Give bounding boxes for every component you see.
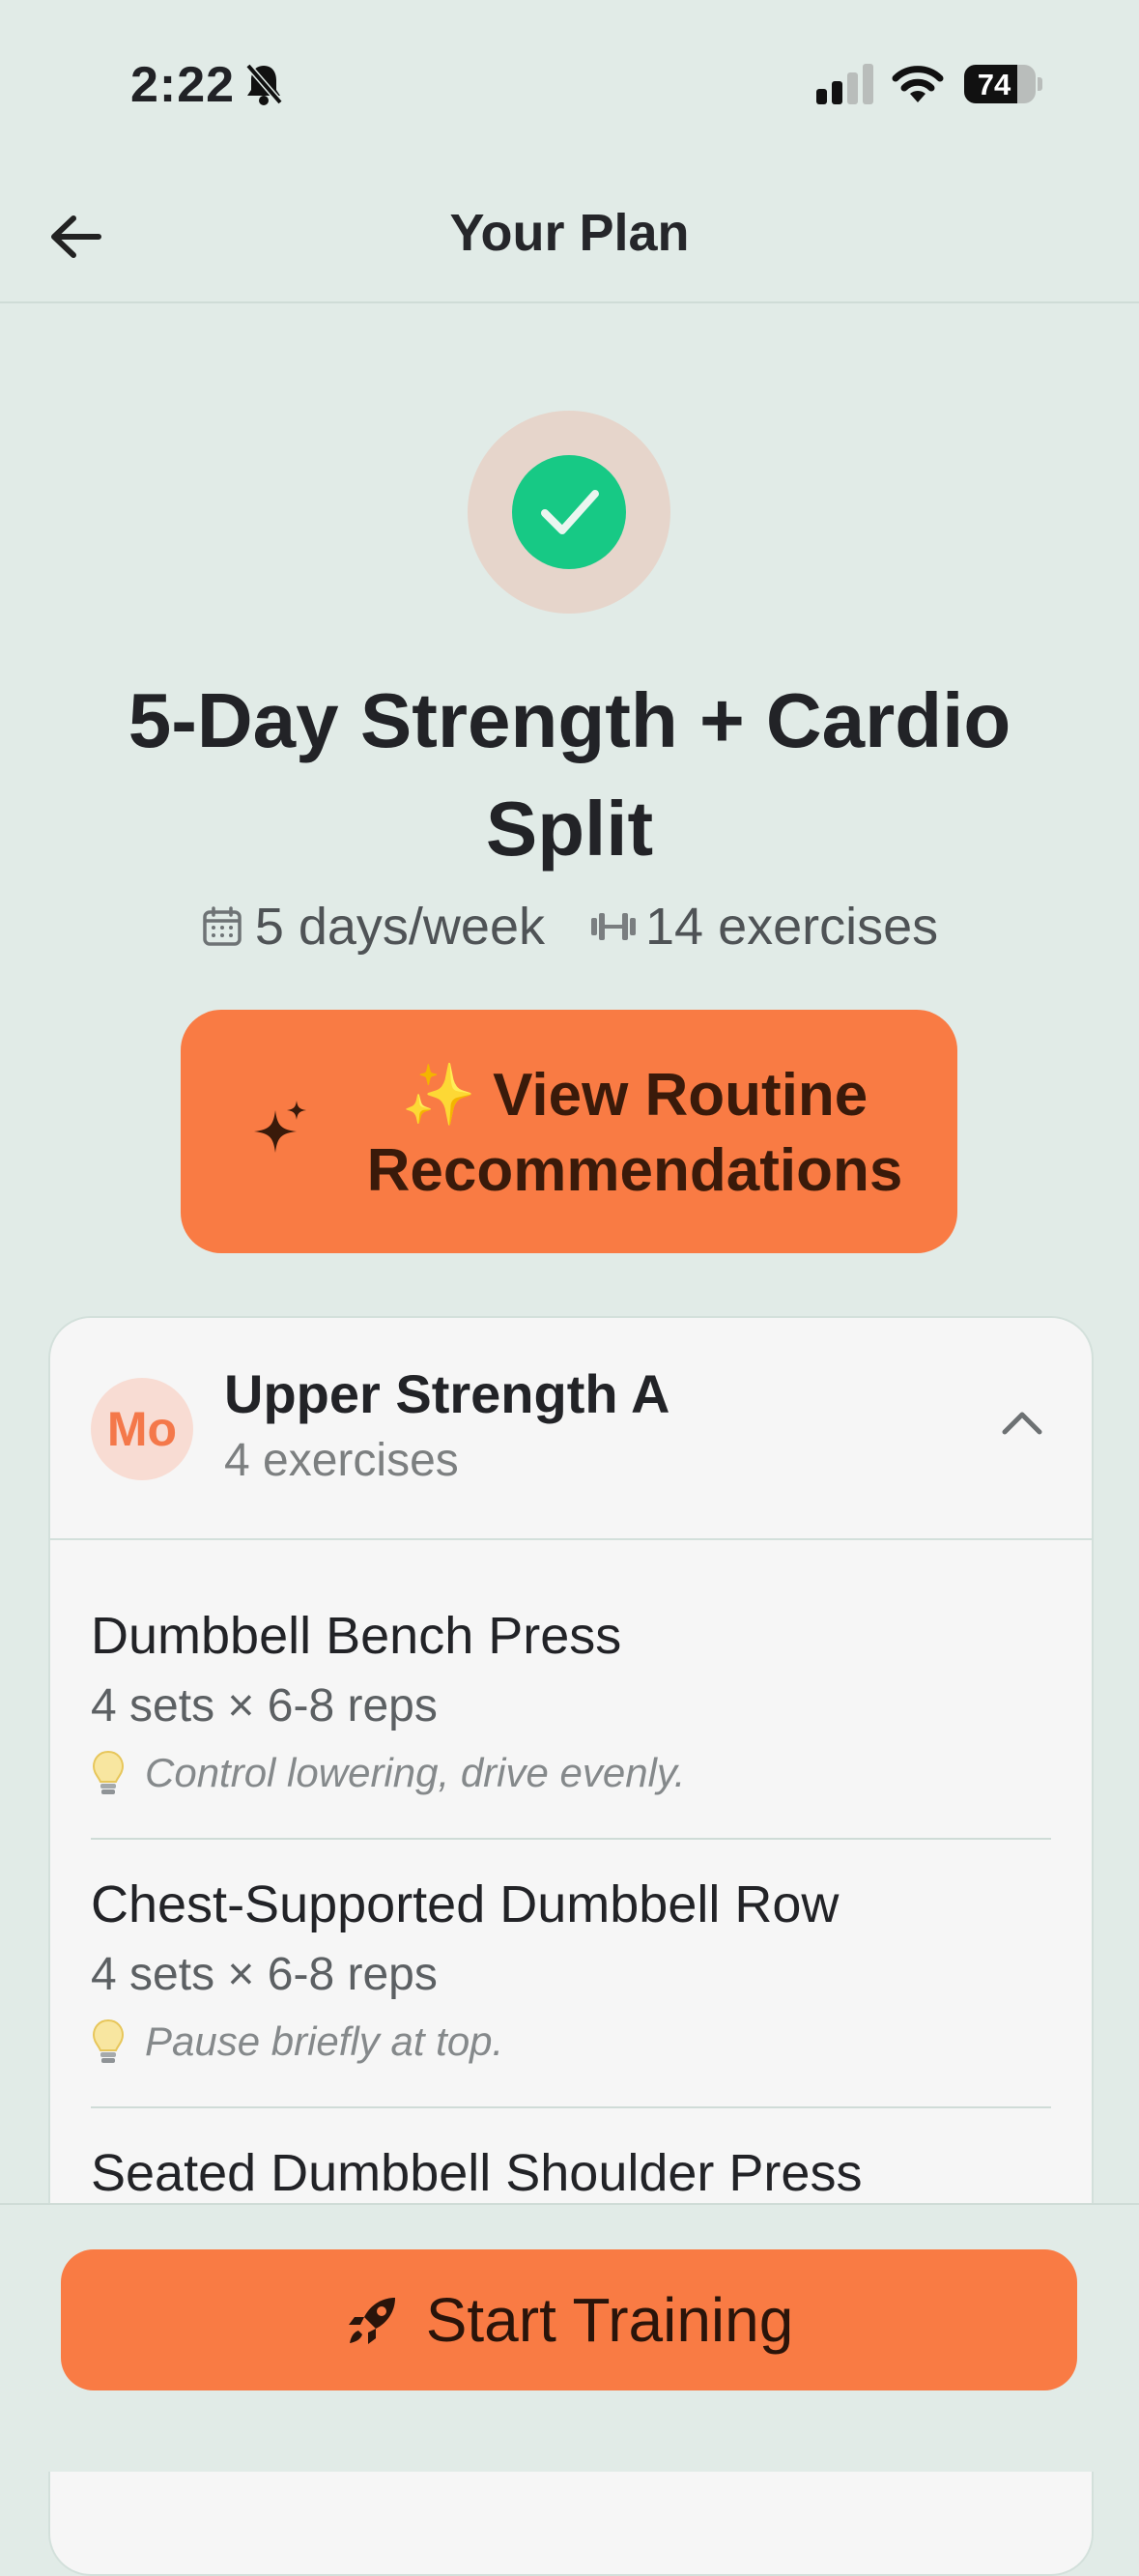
- status-time: 2:22: [130, 57, 236, 113]
- exercise-name: Seated Dumbbell Shoulder Press: [91, 2144, 863, 2202]
- day-exercise-count: 4 exercises: [224, 1435, 459, 1486]
- battery-icon: 74: [964, 65, 1043, 103]
- lightbulb-icon: [92, 1750, 125, 1794]
- page-title: Your Plan: [449, 204, 690, 262]
- start-training-label: Start Training: [425, 2285, 794, 2355]
- chevron-up-icon[interactable]: [999, 1407, 1045, 1436]
- divider: [91, 2106, 1051, 2108]
- plan-title-line2: Split: [485, 786, 654, 872]
- exercise-tip-text: Pause briefly at top.: [145, 2018, 504, 2064]
- plan-title-line1: 5-Day Strength + Cardio: [128, 677, 1011, 763]
- calendar-icon: [203, 906, 242, 946]
- success-badge: [468, 411, 670, 614]
- view-recommendations-button[interactable]: ✨ View Routine Recommendations: [181, 1010, 957, 1253]
- start-training-button[interactable]: Start Training: [61, 2249, 1077, 2390]
- nav-header: Your Plan: [0, 164, 1139, 303]
- exercise-sets: 4 sets × 6-8 reps: [91, 1680, 438, 1732]
- battery-percent: 74: [977, 68, 1011, 101]
- rocket-icon: [348, 2298, 395, 2344]
- bottom-bar: Start Training: [0, 2203, 1139, 2472]
- lightbulb-icon: [92, 2018, 125, 2063]
- reco-line2: Recommendations: [366, 1137, 903, 1204]
- sparkles-icon: [254, 1101, 306, 1153]
- day-name: Upper Strength A: [224, 1363, 670, 1424]
- exercise-name: Chest-Supported Dumbbell Row: [91, 1875, 840, 1933]
- divider: [91, 1838, 1051, 1840]
- plan-exercise-count: 14 exercises: [645, 898, 939, 956]
- checkmark-icon: [541, 490, 599, 534]
- sparkles-emoji: ✨: [401, 1062, 476, 1129]
- status-bar: 2:22 74: [0, 0, 1139, 164]
- plan-days: 5 days/week: [254, 898, 545, 956]
- exercise-tip-text: Control lowering, drive evenly.: [145, 1750, 686, 1795]
- exercise-tip: Control lowering, drive evenly.: [91, 1749, 685, 1797]
- day-avatar: Mo: [91, 1378, 193, 1480]
- dumbbell-icon: [591, 913, 636, 940]
- plan-meta: 5 days/week 14 exercises: [0, 897, 1139, 957]
- reco-line1: View Routine: [493, 1062, 868, 1129]
- exercise-name: Dumbbell Bench Press: [91, 1607, 622, 1665]
- day-card-header[interactable]: Mo Upper Strength A 4 exercises: [50, 1318, 1092, 1540]
- view-recommendations-label: ✨ View Routine Recommendations: [330, 1058, 939, 1209]
- silent-bell-icon: [243, 62, 284, 111]
- exercise-sets: 4 sets × 6-8 reps: [91, 1949, 438, 2000]
- wifi-icon: [891, 64, 945, 109]
- cellular-signal-icon: [816, 64, 876, 109]
- plan-title: 5-Day Strength + Cardio Split: [58, 667, 1081, 883]
- exercise-tip: Pause briefly at top.: [91, 2018, 503, 2066]
